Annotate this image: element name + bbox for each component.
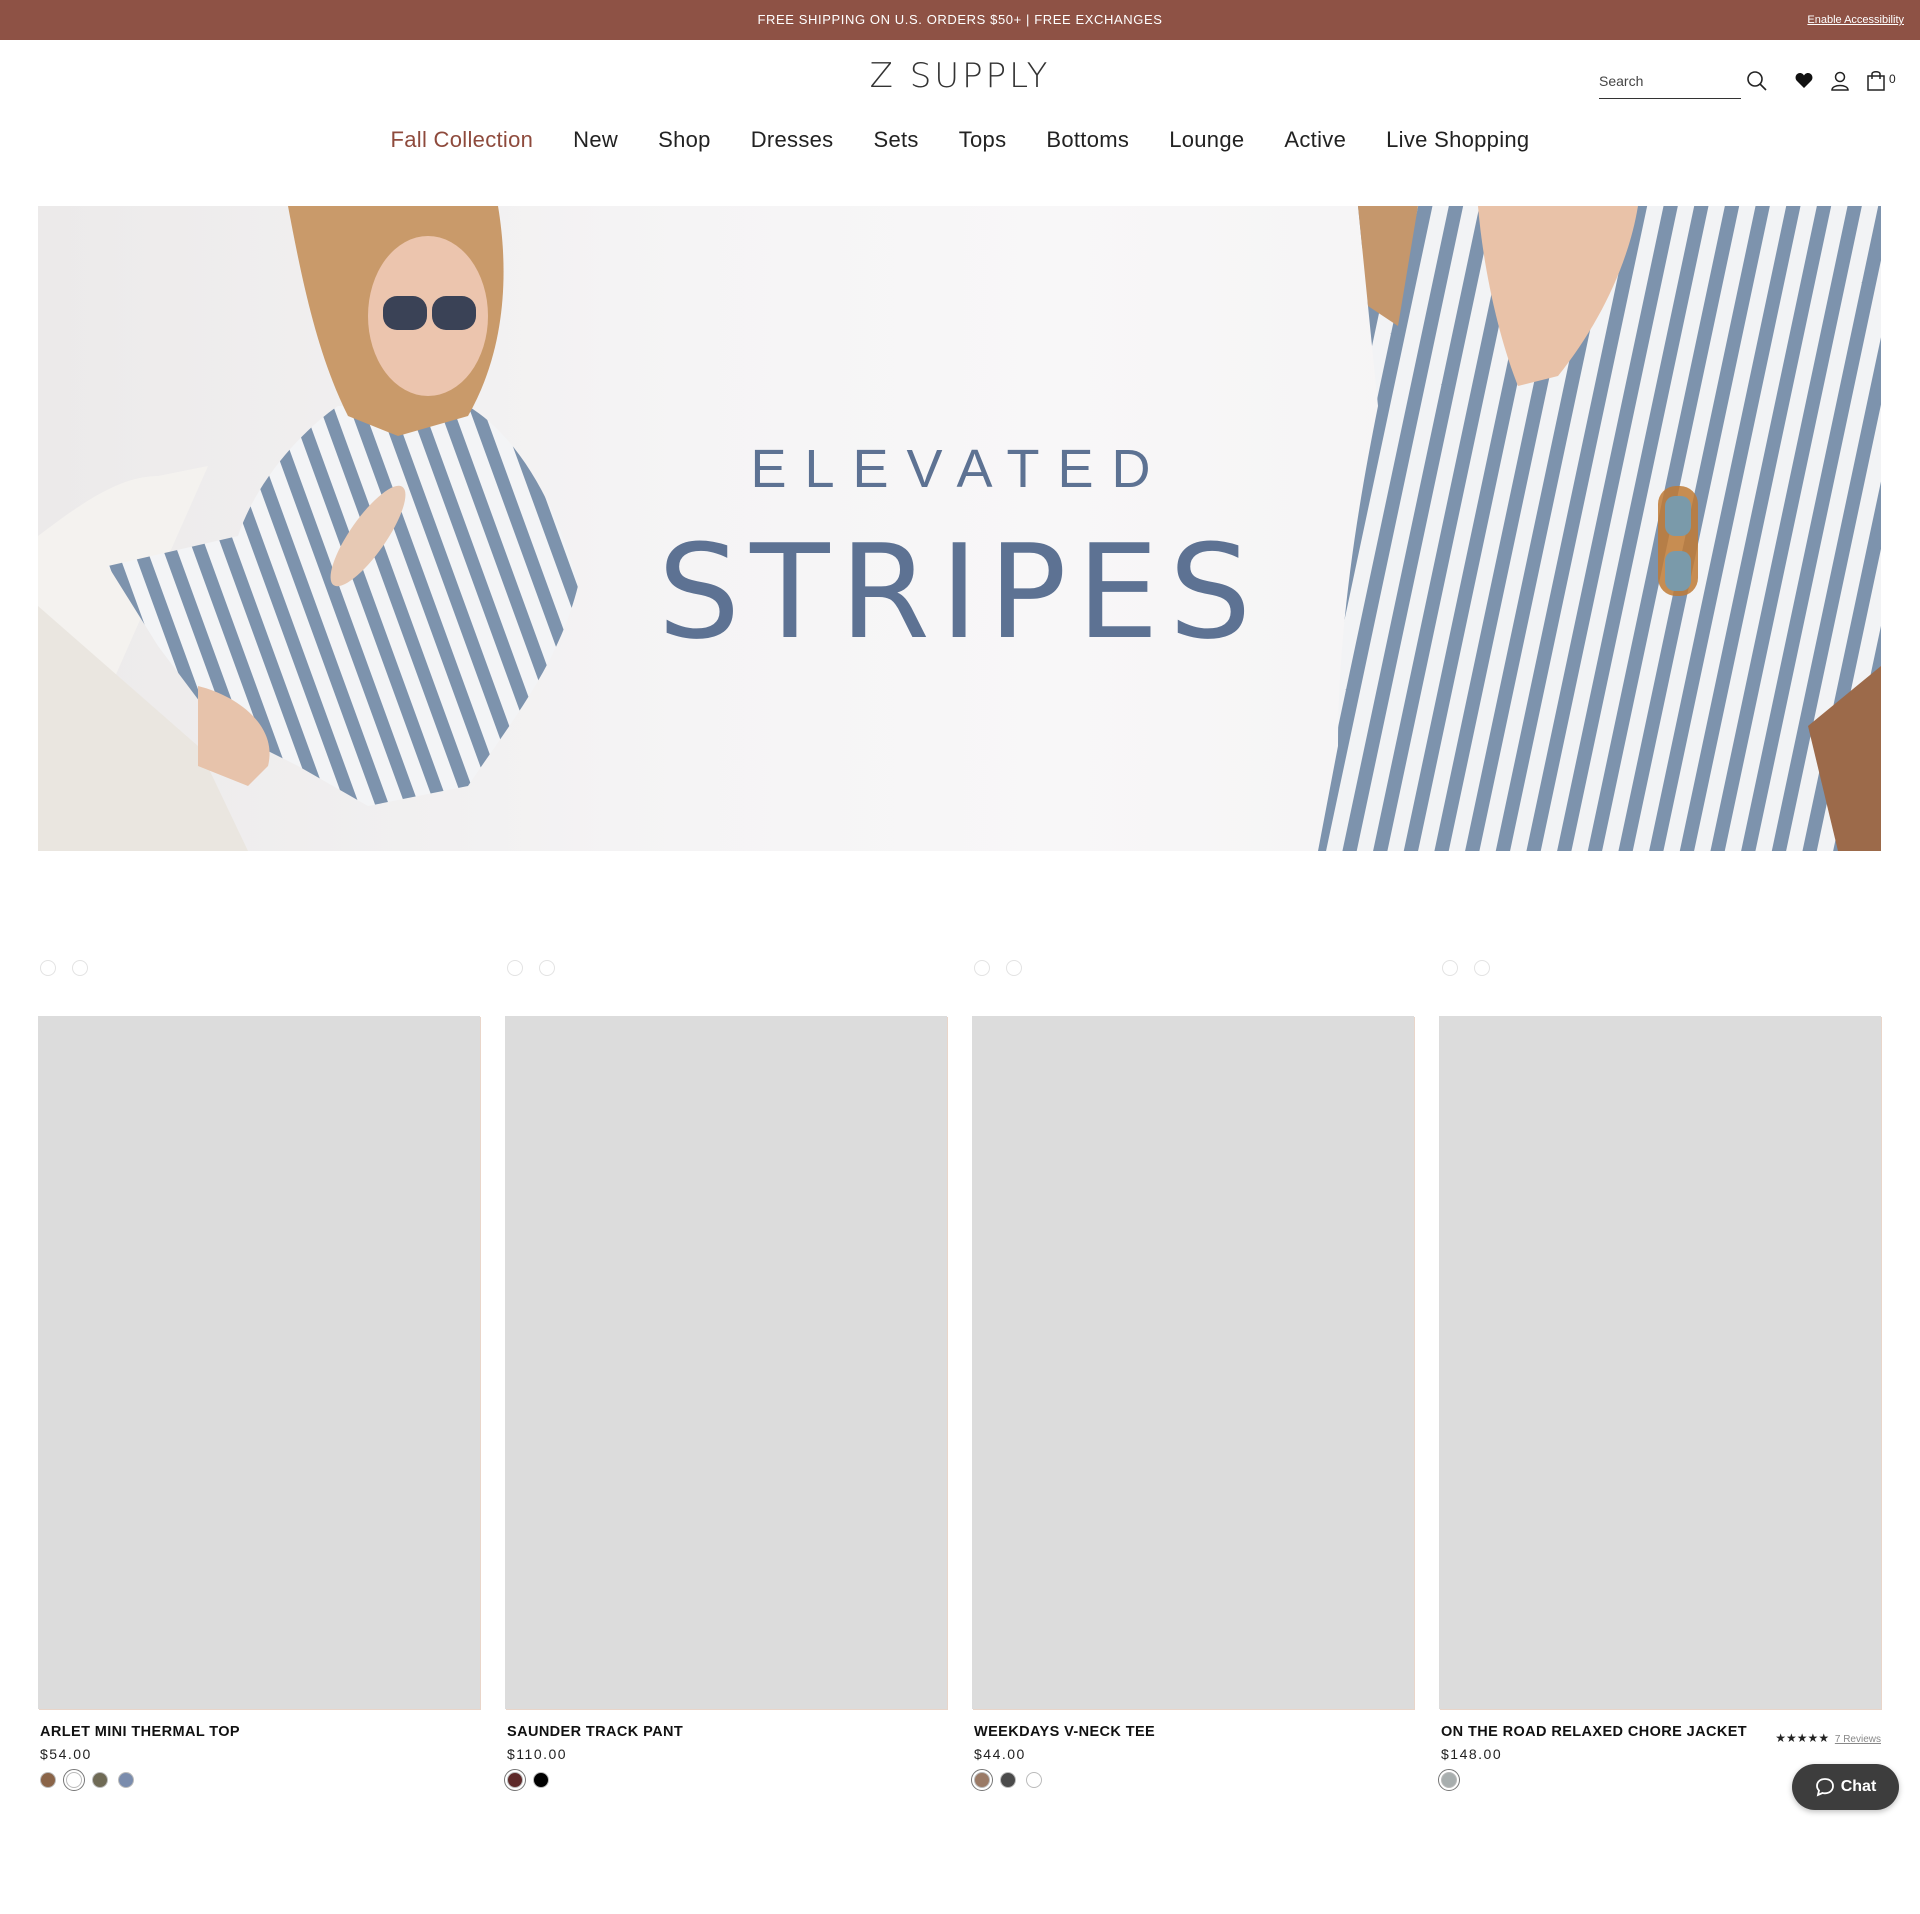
color-swatch[interactable] [63, 1769, 85, 1791]
chat-bubble-icon [1815, 1778, 1834, 1797]
nav-item-lounge[interactable]: Lounge [1169, 124, 1244, 156]
swatch-ghost [1006, 960, 1022, 976]
product-image[interactable] [972, 1016, 1414, 1709]
nav-item-shop[interactable]: Shop [658, 124, 711, 156]
announcement-bar: FREE SHIPPING ON U.S. ORDERS $50+ | FREE… [0, 0, 1920, 40]
product-rating: ★★★★★ 7 Reviews [1775, 1731, 1881, 1745]
swatch-ghost [539, 960, 555, 976]
main-nav: Fall Collection New Shop Dresses Sets To… [0, 124, 1920, 156]
nav-item-fall-collection[interactable]: Fall Collection [391, 124, 534, 156]
product-image[interactable] [38, 1016, 480, 1709]
product-name[interactable]: WEEKDAYS V-NECK TEE [972, 1724, 1414, 1740]
color-swatches [504, 1769, 947, 1791]
color-swatch[interactable] [118, 1772, 134, 1788]
cart-count: 0 [1889, 72, 1896, 86]
product-image[interactable] [1439, 1016, 1881, 1709]
reviews-link[interactable]: 7 Reviews [1835, 1734, 1881, 1745]
product-price: $44.00 [974, 1746, 1026, 1762]
product-image[interactable] [505, 1016, 947, 1709]
account-icon[interactable] [1831, 71, 1849, 96]
color-swatch[interactable] [1438, 1769, 1460, 1791]
announcement-message: FREE SHIPPING ON U.S. ORDERS $50+ | FREE… [757, 12, 1163, 27]
nav-item-active[interactable]: Active [1284, 124, 1346, 156]
nav-item-dresses[interactable]: Dresses [751, 124, 834, 156]
chat-button[interactable]: Chat [1792, 1764, 1899, 1810]
product-name[interactable]: SAUNDER TRACK PANT [505, 1724, 947, 1740]
product-price: $54.00 [40, 1746, 92, 1762]
hero-banner[interactable]: ELEVATED STRIPES [38, 206, 1881, 851]
color-swatch[interactable] [1000, 1772, 1016, 1788]
hero-heading-line1: ELEVATED [750, 439, 1169, 499]
nav-item-live-shopping[interactable]: Live Shopping [1386, 124, 1529, 156]
color-swatch[interactable] [40, 1772, 56, 1788]
nav-item-sets[interactable]: Sets [873, 124, 918, 156]
color-swatch[interactable] [1026, 1772, 1042, 1788]
color-swatches [971, 1769, 1414, 1791]
color-swatch[interactable] [92, 1772, 108, 1788]
color-swatch[interactable] [533, 1772, 549, 1788]
product-name[interactable]: ARLET MINI THERMAL TOP [38, 1724, 480, 1740]
product-card[interactable]: ARLET MINI THERMAL TOP $54.00 [38, 1016, 480, 1791]
nav-item-tops[interactable]: Tops [959, 124, 1007, 156]
swatch-ghost [72, 960, 88, 976]
star-rating-icon: ★★★★★ [1775, 1731, 1830, 1745]
heart-icon[interactable] [1795, 72, 1813, 94]
product-price: $148.00 [1441, 1746, 1503, 1762]
product-card[interactable]: SAUNDER TRACK PANT $110.00 [504, 1016, 947, 1791]
product-card[interactable]: WEEKDAYS V-NECK TEE $44.00 [971, 1016, 1414, 1791]
color-swatch[interactable] [971, 1769, 993, 1791]
swatch-ghost [40, 960, 56, 976]
swatch-ghost [974, 960, 990, 976]
product-card[interactable]: ON THE ROAD RELAXED CHORE JACKET $148.00… [1438, 1016, 1881, 1791]
search-icon[interactable] [1746, 70, 1768, 97]
swatch-ghost [1442, 960, 1458, 976]
bag-icon[interactable] [1866, 70, 1886, 96]
color-swatches [38, 1769, 480, 1791]
color-swatch[interactable] [504, 1769, 526, 1791]
chat-label: Chat [1840, 1778, 1877, 1795]
product-price: $110.00 [507, 1746, 568, 1762]
search-field[interactable] [1599, 68, 1741, 99]
hero-heading-line2: STRIPES [657, 516, 1262, 668]
enable-accessibility-link[interactable]: Enable Accessibility [1807, 0, 1904, 40]
nav-item-new[interactable]: New [573, 124, 618, 156]
swatch-ghost [507, 960, 523, 976]
search-input[interactable] [1599, 68, 1739, 94]
nav-item-bottoms[interactable]: Bottoms [1046, 124, 1129, 156]
swatch-ghost [1474, 960, 1490, 976]
